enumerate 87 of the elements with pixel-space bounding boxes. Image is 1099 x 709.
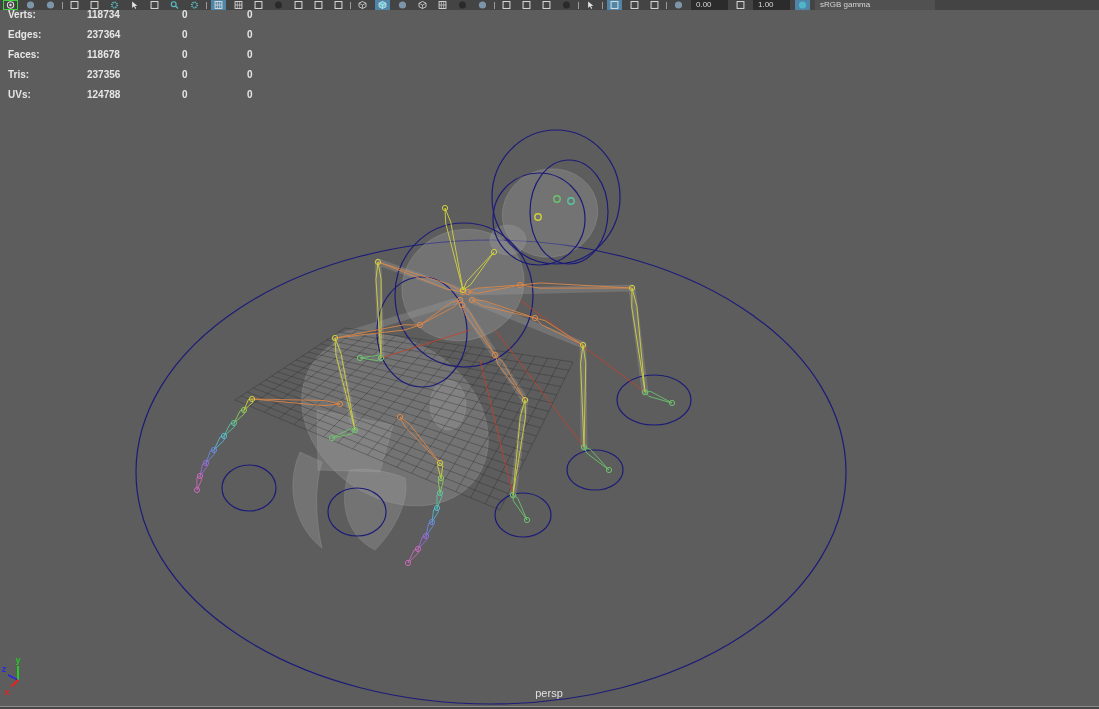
square-icon bbox=[610, 1, 619, 9]
circle-icon bbox=[674, 1, 683, 9]
toolbar-button[interactable] bbox=[519, 0, 534, 10]
square-icon bbox=[502, 1, 511, 9]
dotted-circle-icon bbox=[110, 1, 119, 9]
toolbar-button[interactable] bbox=[733, 0, 748, 10]
stat-value: 0 bbox=[247, 90, 254, 100]
stat-value: 124788 bbox=[87, 90, 122, 100]
toolbar-button[interactable] bbox=[647, 0, 662, 10]
stat-value: 118734 bbox=[87, 10, 121, 20]
stat-value: 0 bbox=[247, 50, 254, 60]
stat-label: Edges: bbox=[8, 30, 43, 40]
axis-label: z bbox=[1, 664, 7, 674]
stat-value: 237364 bbox=[87, 30, 122, 40]
foot-control-circle bbox=[221, 464, 277, 512]
square-icon bbox=[90, 1, 99, 9]
dot-icon bbox=[274, 1, 283, 9]
toolbar-button[interactable] bbox=[67, 0, 82, 10]
toolbar-button[interactable] bbox=[231, 0, 246, 10]
search-icon bbox=[170, 1, 179, 9]
circle-icon bbox=[398, 1, 407, 9]
toolbar-button[interactable] bbox=[627, 0, 642, 10]
cube-icon bbox=[418, 1, 427, 9]
axis-label: y bbox=[15, 655, 21, 665]
toolbar-button[interactable] bbox=[415, 0, 430, 10]
stat-value: 0 bbox=[247, 10, 254, 20]
square-icon bbox=[254, 1, 263, 9]
stat-label: UVs: bbox=[8, 90, 32, 100]
dotted-circle-icon bbox=[190, 1, 199, 9]
value-field[interactable]: 0.00 bbox=[691, 0, 728, 10]
stat-value: 0 bbox=[182, 70, 189, 80]
stat-label: Tris: bbox=[8, 70, 31, 80]
circle-icon bbox=[26, 1, 35, 9]
square-icon bbox=[630, 1, 639, 9]
circle-icon bbox=[798, 1, 807, 9]
square-icon bbox=[70, 1, 79, 9]
joint-marker bbox=[553, 195, 561, 203]
square-icon bbox=[334, 1, 343, 9]
stat-value: 118678 bbox=[87, 50, 121, 60]
grid-icon bbox=[438, 1, 447, 9]
stat-value: 0 bbox=[247, 30, 254, 40]
foot-control-circle bbox=[327, 487, 387, 537]
axis-label: x bbox=[4, 687, 10, 697]
toolbar-button[interactable] bbox=[331, 0, 346, 10]
toolbar-button[interactable] bbox=[355, 0, 370, 10]
camera-label: persp bbox=[535, 687, 563, 699]
toolbar-button[interactable] bbox=[499, 0, 514, 10]
circle-icon bbox=[46, 1, 55, 9]
square-icon bbox=[150, 1, 159, 9]
value-field[interactable]: 1.00 bbox=[753, 0, 790, 10]
stat-value: 237356 bbox=[87, 70, 122, 80]
toolbar-button[interactable] bbox=[251, 0, 266, 10]
toolbar-button[interactable] bbox=[291, 0, 306, 10]
circle-icon bbox=[478, 1, 487, 9]
square-icon bbox=[522, 1, 531, 9]
joint-marker bbox=[534, 213, 542, 221]
square-icon bbox=[650, 1, 659, 9]
toolbar-button[interactable] bbox=[311, 0, 326, 10]
foot-control-circle bbox=[566, 449, 624, 491]
grid-icon bbox=[214, 1, 223, 9]
square-icon bbox=[542, 1, 551, 9]
dot-icon bbox=[458, 1, 467, 9]
ring-icon bbox=[6, 1, 15, 9]
toolbar-button[interactable] bbox=[3, 0, 18, 10]
dot-icon bbox=[562, 1, 571, 9]
stat-label: Verts: bbox=[8, 10, 37, 20]
square-icon bbox=[314, 1, 323, 9]
color-space-dropdown[interactable]: sRGB gamma bbox=[815, 0, 935, 10]
stat-value: 0 bbox=[182, 30, 189, 40]
cube-icon bbox=[378, 1, 387, 9]
toolbar-button[interactable] bbox=[147, 0, 162, 10]
grid-icon bbox=[234, 1, 243, 9]
toolbar-button[interactable] bbox=[435, 0, 450, 10]
foot-control-circle bbox=[494, 492, 552, 538]
square-icon bbox=[736, 1, 745, 9]
cursor-icon bbox=[586, 1, 595, 9]
cube-icon bbox=[358, 1, 367, 9]
stat-value: 0 bbox=[247, 70, 254, 80]
stat-label: Faces: bbox=[8, 50, 41, 60]
stat-value: 0 bbox=[182, 50, 189, 60]
square-icon bbox=[294, 1, 303, 9]
stat-value: 0 bbox=[182, 90, 189, 100]
stat-value: 0 bbox=[182, 10, 189, 20]
toolbar-button[interactable] bbox=[87, 0, 102, 10]
toolbar-button[interactable] bbox=[539, 0, 554, 10]
joint-marker bbox=[567, 197, 575, 205]
cursor-icon bbox=[130, 1, 139, 9]
